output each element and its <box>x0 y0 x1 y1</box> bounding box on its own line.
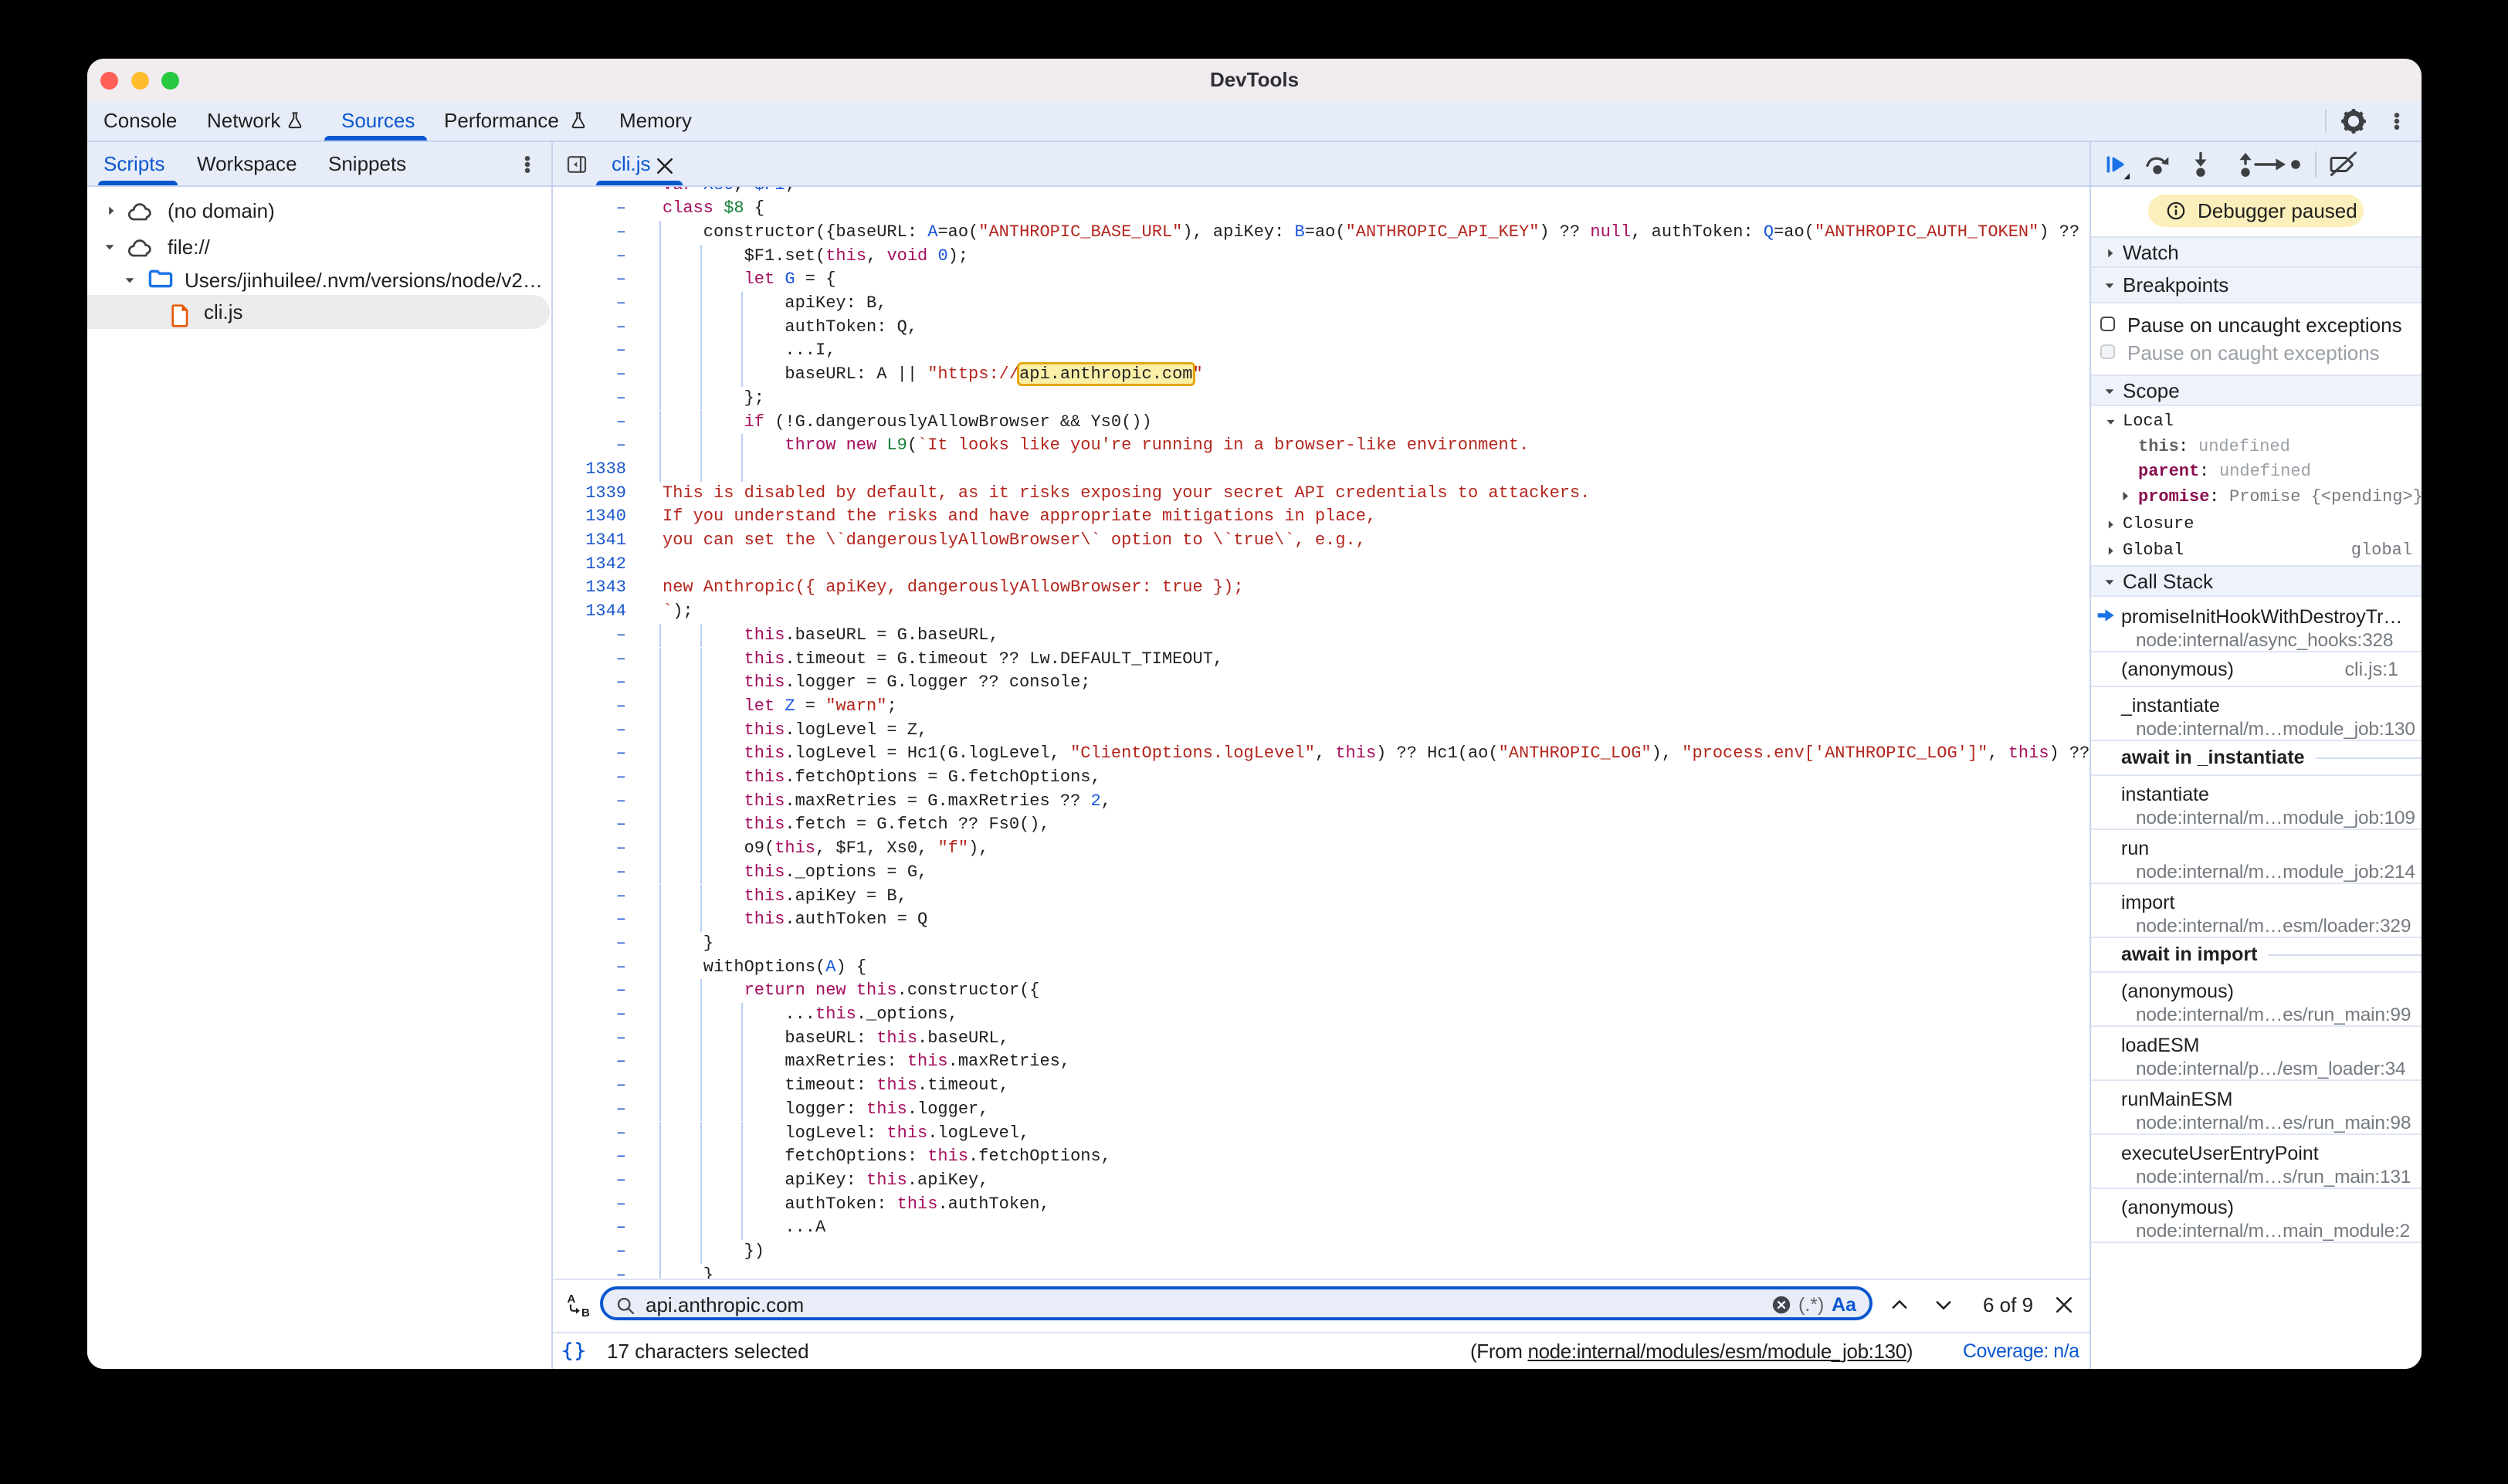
svg-text:A: A <box>568 1293 576 1306</box>
svg-text:B: B <box>581 1306 590 1319</box>
